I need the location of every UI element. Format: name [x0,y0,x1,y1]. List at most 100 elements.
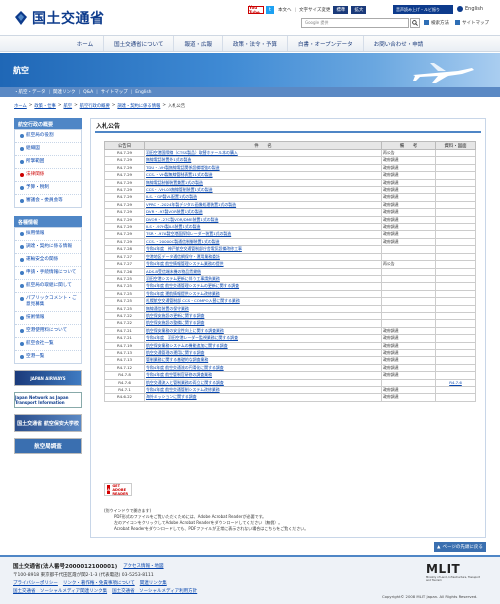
cell-file[interactable] [435,223,476,232]
cell-file[interactable] [435,252,476,262]
sitemap-link[interactable]: サイトマップ [455,20,489,26]
breadcrumb-procurement[interactable]: 調達・契約に係る情報 [117,103,160,109]
subnav-sitemap[interactable]: サイトマップ [101,89,128,95]
nav-contact[interactable]: お問い合わせ・申請 [364,36,434,51]
sidebar-info-item[interactable]: 申請・手続情報について [15,267,81,280]
tender-title-link[interactable]: 航空交通管理の運用に関する調査 [146,351,204,355]
tender-title-link[interactable]: 令和4年度 神戸航空交通管制部庁舎電気設備改修工事 [146,247,242,251]
cell-file[interactable] [435,163,476,173]
tender-title-link[interactable]: ILS・-97H製ILS装置1式の製造 [146,225,200,229]
tender-title-link[interactable]: 無線電話装置外1式の製造 [146,158,191,162]
tender-title-link[interactable]: 令和4年度 航空交通管理システムの更新に関する調査 [146,284,239,288]
cell-file[interactable] [435,178,476,188]
breadcrumb-overview[interactable]: 航空行政の概要 [80,103,110,109]
tender-title-link[interactable]: 航空保安業務の安全性向上に関する調査業務 [146,328,224,332]
sidebar-info-item[interactable]: 空港使用料について [15,325,81,338]
cell-file[interactable] [435,311,476,321]
footer-link-related[interactable]: 関連リンク集 [140,580,167,586]
tender-title-link[interactable]: 令和4年度 運航情報提供システム改修業務 [146,291,220,295]
sidebar-overview-item[interactable]: 航空局の役割 [15,130,81,143]
tender-title-link[interactable]: 令和4年度 航空交通管制システム改修業務 [146,388,220,392]
font-size-standard-button[interactable]: 標準 [333,6,349,14]
sidebar-info-item[interactable]: 運輸安全の関係 [15,254,81,267]
sidebar-info-item[interactable]: 採用情報 [15,228,81,241]
sidebar-info-item[interactable]: 航空局の取組に関して [15,280,81,293]
cell-file[interactable] [435,267,476,276]
sidebar-info-item[interactable]: パブリックコメント・ご意見募集 [15,293,81,312]
cell-file[interactable] [435,385,476,395]
tender-title-link[interactable]: DVR・-97製VOR装置1式の製造 [146,210,203,214]
tender-title-link[interactable]: 無線電話制御装置兼置1式の製造 [146,180,203,184]
tender-title-link[interactable]: 無線通信装置の保守業務 [146,306,189,310]
nav-whitepaper[interactable]: 白書・オープンデータ [288,36,364,51]
sidebar-info-item[interactable]: 空港一覧 [15,351,81,363]
footer-link-social-policy[interactable]: 国土交通省 ソーシャルメディア利用方針 [112,588,197,594]
cell-file[interactable] [435,230,476,239]
nav-about[interactable]: 国土交通省について [104,36,175,51]
tender-title-link[interactable]: CCS・-VH-03無線管制装置1式の製造 [146,188,213,192]
breadcrumb-aviation[interactable]: 航空 [63,103,72,109]
tender-title-link[interactable]: 令和4年度 羽田空港レーダー監視業務に関する調査 [146,336,238,340]
twitter-icon[interactable]: t [266,6,274,14]
cell-file[interactable] [435,245,476,254]
sidebar-overview-item[interactable]: 法律関係 [15,169,81,182]
cell-file[interactable] [435,304,476,313]
banner-link-3[interactable]: 国土交通省 航空保安大学校 [14,414,82,432]
search-input[interactable]: Google 提供 [301,18,409,28]
tender-title-link[interactable]: 羽田空港システム更新に伴う工事請負業務 [146,276,220,280]
youtube-icon[interactable]: You Tube [248,5,264,15]
subnav-qa[interactable]: Q&A [83,90,93,95]
sidebar-info-item[interactable]: 技術情報 [15,312,81,325]
english-link[interactable]: English [457,6,483,12]
sidebar-overview-item[interactable]: 予算・税制 [15,182,81,195]
cell-file[interactable] [435,260,476,269]
search-button[interactable] [410,18,420,28]
cell-file[interactable] [435,186,476,195]
nav-home[interactable]: ホーム [67,36,105,51]
tender-title-link[interactable]: 航空保安施設の更新に関する調査 [146,313,204,317]
cell-file[interactable] [435,237,476,247]
cell-file[interactable] [435,282,476,291]
nav-press[interactable]: 報道・広報 [174,36,223,51]
tender-title-link[interactable]: CCS-・VH製無線管制表置11式の製造 [146,173,213,177]
tender-title-link[interactable]: 札幌航空交通管制部 CCS・COMPO入替に関する業務 [146,299,240,303]
tender-title-link[interactable]: 航空交通流入と管制業務の両立に関する調査 [146,380,224,384]
cell-file[interactable] [435,215,476,225]
search-help-link[interactable]: 検索方法 [424,20,449,26]
sidebar-overview-item[interactable]: 所掌範囲 [15,156,81,169]
banner-link-4[interactable]: 航空局調査 [14,438,82,454]
cell-file[interactable] [435,334,476,343]
cell-file[interactable] [435,319,476,328]
banner-link-1[interactable]: JAPAN AIRWAYS [14,370,82,386]
tender-title-link[interactable]: VPRC・-2024年製デジタル画像処理装置1式の製造 [146,202,236,206]
font-size-large-button[interactable]: 拡大 [351,6,367,14]
site-logo[interactable]: 国土交通省 [13,8,105,28]
tender-title-link[interactable]: 航空保安施設の整備に関する調査 [146,321,204,325]
footer-link-social-list[interactable]: 国土交通省 ソーシャルメディア関連リンク集 [13,588,107,594]
cell-file[interactable] [435,341,476,350]
cell-file[interactable] [435,193,476,202]
tender-title-link[interactable]: 空港地区データ通信網保守・運用業務委託 [146,254,220,258]
cell-file[interactable] [435,356,476,365]
breadcrumb-home[interactable]: ホーム [14,103,27,109]
tender-title-link[interactable]: ADS-B受信端末機の物品賃貸借 [146,269,201,273]
tender-title-link[interactable]: TSR・-97A製空港面探知レーダー装置1式の製造 [146,232,231,236]
page-top-button[interactable]: ▲ ページの先頭に戻る [434,542,486,552]
nav-policy[interactable]: 政策・法令・予算 [223,36,289,51]
cell-file[interactable] [435,148,476,158]
tender-title-link[interactable]: ILS-・GP製VL配置1式の製造 [146,195,197,199]
tender-title-link[interactable]: 令和4年度 航空交通流の円滑化に関する調査 [146,365,224,369]
skip-to-content-link[interactable]: 本文へ [278,7,292,13]
cell-file[interactable] [435,363,476,373]
sidebar-overview-item[interactable]: 組織図 [15,143,81,156]
sidebar-overview-item[interactable]: 審議会・委員会等 [15,195,81,207]
tender-title-link[interactable]: 海外ミッションに関する調査 [146,395,197,399]
subnav-data[interactable]: ・航空・データ [14,89,46,95]
cell-file[interactable] [435,289,476,299]
cell-file[interactable] [435,200,476,210]
footer-link-copyright[interactable]: リンク・著作権・免責事項について [63,580,135,586]
cell-file[interactable] [435,348,476,358]
sidebar-info-item[interactable]: 航空会社一覧 [15,338,81,351]
tender-title-link[interactable]: 羽田空港国際線（CTSS製品）取替ホテール本の購入 [146,151,238,155]
cell-file[interactable] [435,274,476,284]
